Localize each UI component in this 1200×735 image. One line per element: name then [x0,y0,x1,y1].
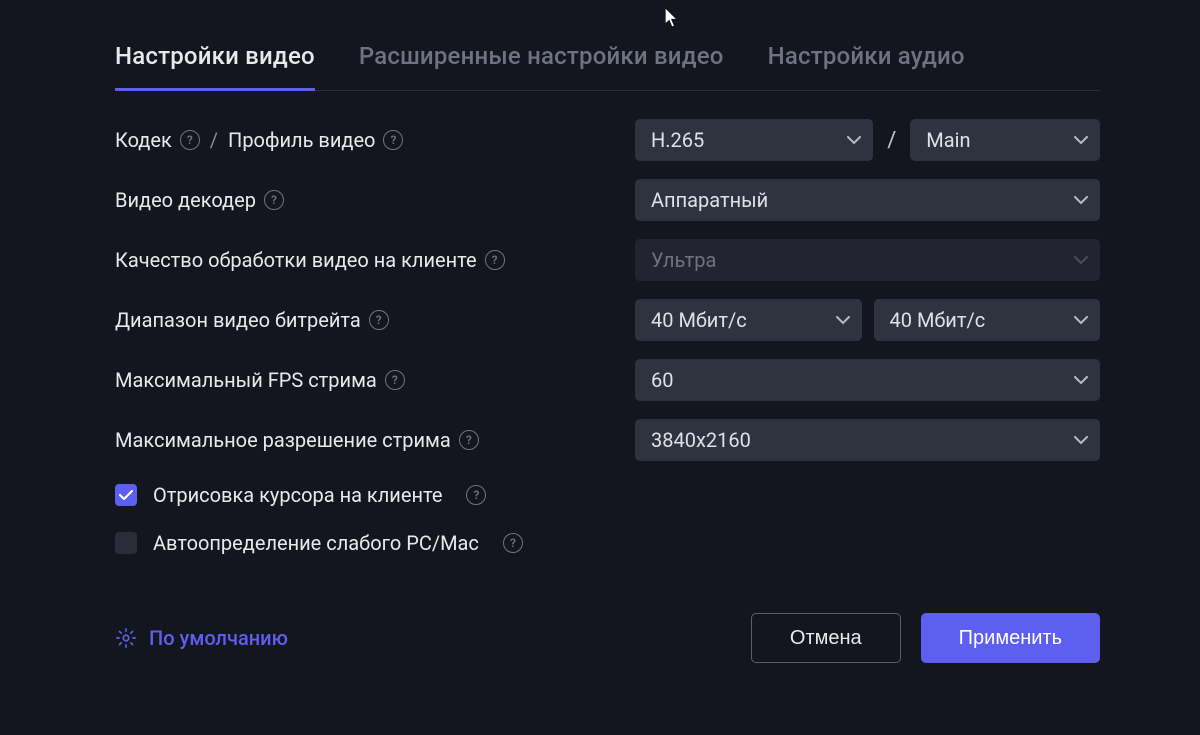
chevron-down-icon [1074,256,1088,265]
help-icon[interactable]: ? [383,130,403,150]
label-text: Качество обработки видео на клиенте [115,248,477,272]
weak-pc-label: Автоопределение слабого PC/Mac [153,531,479,555]
bitrate-min-value: 40 Мбит/с [651,308,747,332]
restore-defaults-button[interactable]: По умолчанию [115,626,288,650]
settings-panel: Кодек ? / Профиль видео ? H.265 / Main [115,119,1100,557]
decoder-value: Аппаратный [651,188,768,212]
tab-advanced-video-settings[interactable]: Расширенные настройки видео [359,30,724,91]
bitrate-max-select[interactable]: 40 Мбит/с [874,299,1101,341]
cursor-render-checkbox[interactable] [115,484,137,506]
chevron-down-icon [1074,196,1088,205]
chevron-down-icon [1074,376,1088,385]
cancel-button[interactable]: Отмена [751,613,901,663]
label-text: Максимальный FPS стрима [115,368,377,392]
fps-value: 60 [651,368,673,392]
label-text: Максимальное разрешение стрима [115,428,451,452]
tab-audio-settings[interactable]: Настройки аудио [768,30,965,91]
quality-select: Ультра [635,239,1100,281]
weak-pc-checkbox[interactable] [115,532,137,554]
help-icon[interactable]: ? [180,130,200,150]
resolution-select[interactable]: 3840x2160 [635,419,1100,461]
apply-button[interactable]: Применить [921,613,1100,663]
quality-value: Ультра [651,248,716,272]
cursor-render-label: Отрисовка курсора на клиенте [153,483,442,507]
profile-value: Main [926,128,970,152]
label-text: Диапазон видео битрейта [115,308,361,332]
quality-label: Качество обработки видео на клиенте ? [115,248,635,272]
chevron-down-icon [1074,436,1088,445]
label-codec: Кодек [115,128,172,152]
codec-select[interactable]: H.265 [635,119,873,161]
chevron-down-icon [1074,136,1088,145]
help-icon[interactable]: ? [369,310,389,330]
profile-select[interactable]: Main [910,119,1100,161]
label-separator: / [210,128,218,152]
fps-select[interactable]: 60 [635,359,1100,401]
restore-defaults-label: По умолчанию [149,626,288,650]
chevron-down-icon [847,136,861,145]
resolution-label: Максимальное разрешение стрима ? [115,428,635,452]
bitrate-max-value: 40 Мбит/с [890,308,986,332]
tab-video-settings[interactable]: Настройки видео [115,30,315,91]
tab-bar: Настройки видео Расширенные настройки ви… [115,30,1100,91]
control-separator: / [885,128,898,153]
help-icon[interactable]: ? [385,370,405,390]
codec-profile-label: Кодек ? / Профиль видео ? [115,128,635,152]
chevron-down-icon [1074,316,1088,325]
resolution-value: 3840x2160 [651,428,751,452]
check-icon [119,490,133,501]
codec-value: H.265 [651,128,704,152]
help-icon[interactable]: ? [466,485,486,505]
help-icon[interactable]: ? [503,533,523,553]
chevron-down-icon [836,316,850,325]
help-icon[interactable]: ? [485,250,505,270]
bitrate-min-select[interactable]: 40 Мбит/с [635,299,862,341]
help-icon[interactable]: ? [459,430,479,450]
decoder-label: Видео декодер ? [115,188,635,212]
help-icon[interactable]: ? [264,190,284,210]
fps-label: Максимальный FPS стрима ? [115,368,635,392]
decoder-select[interactable]: Аппаратный [635,179,1100,221]
label-text: Видео декодер [115,188,256,212]
gear-icon [115,627,137,649]
bitrate-label: Диапазон видео битрейта ? [115,308,635,332]
label-profile: Профиль видео [228,128,375,152]
